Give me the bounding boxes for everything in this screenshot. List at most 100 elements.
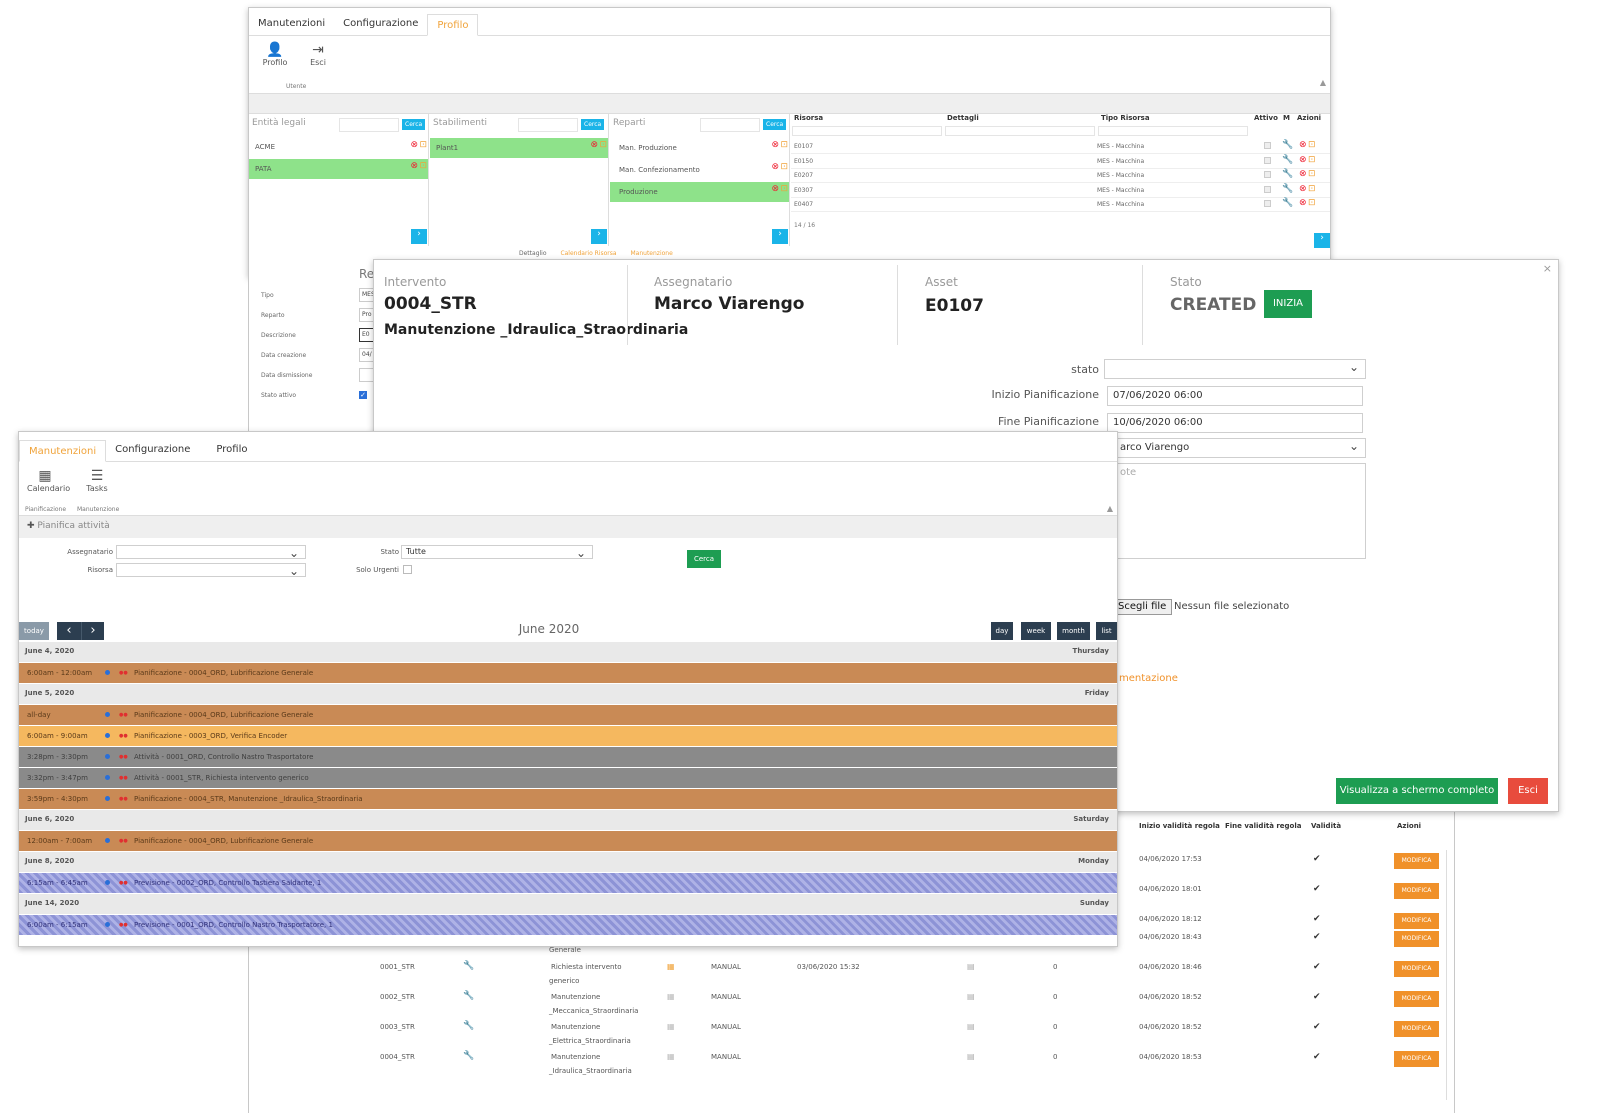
collapse-icon[interactable]: ▲ <box>1107 504 1113 513</box>
edit-icon[interactable]: ⊡ <box>1308 184 1316 194</box>
assegnatario-select[interactable]: arco Viarengo <box>1104 438 1366 458</box>
edit-icon[interactable]: ⊡ <box>419 161 427 171</box>
edit-icon[interactable]: ⊡ <box>1308 140 1316 150</box>
stato-attivo-checkbox[interactable]: ✓ <box>359 391 367 399</box>
wrench-icon[interactable]: 🔧 <box>463 1021 474 1031</box>
file-button[interactable]: Scegli file <box>1112 599 1173 615</box>
modifica-button[interactable]: MODIFICA <box>1394 913 1439 929</box>
calendar-event[interactable]: 6:00am - 9:00am ●● Pianificazione - 0003_O… <box>19 726 1117 746</box>
calendar-event[interactable]: 3:32pm - 3:47pm ●● Attività - 0001_STR, Ri… <box>19 768 1117 788</box>
reparti-cerca-button[interactable]: Cerca <box>763 119 787 130</box>
entita-cerca-button[interactable]: Cerca <box>402 119 426 130</box>
inizio-input[interactable]: 07/06/2020 06:00 <box>1107 386 1363 406</box>
wrench-icon[interactable]: 🔧 <box>463 1051 474 1061</box>
calendar-event[interactable]: 6:00am - 6:15am ●● Previsione - 0001_ORD, … <box>19 915 1117 935</box>
stabilimenti-next-button[interactable]: › <box>591 229 607 244</box>
reparti-row[interactable]: Man. Produzione ⊗ ⊡ <box>610 138 789 158</box>
calendar-event[interactable]: 3:28pm - 3:30pm ●● Attività - 0001_ORD, Co… <box>19 747 1117 767</box>
calendar-event[interactable]: 3:59pm - 4:30pm ●● Pianificazione - 0004_S… <box>19 789 1117 809</box>
filter-tipo[interactable] <box>1098 126 1248 136</box>
prev-button[interactable]: ‹ <box>57 622 81 640</box>
menu-configurazione[interactable]: Configurazione <box>106 439 199 461</box>
menu-manutenzioni[interactable]: Manutenzioni <box>249 13 334 35</box>
edit-icon[interactable]: ⊡ <box>1308 169 1316 179</box>
risorse-next-button[interactable]: › <box>1314 233 1330 248</box>
attivo-checkbox[interactable] <box>1264 185 1271 193</box>
modifica-button[interactable]: MODIFICA <box>1394 1051 1439 1067</box>
calendar-event[interactable]: 6:00am - 12:00am ●● Pianificazione - 0004_… <box>19 663 1117 683</box>
edit-icon[interactable]: ⊡ <box>780 140 788 150</box>
wrench-icon[interactable]: 🔧 <box>1282 184 1293 194</box>
close-icon[interactable]: × <box>1543 262 1552 275</box>
edit-icon[interactable]: ⊡ <box>419 140 427 150</box>
delete-icon[interactable]: ⊗ <box>410 140 418 150</box>
stabilimenti-cerca-button[interactable]: Cerca <box>581 119 605 130</box>
risorsa-filter-select[interactable] <box>116 563 306 578</box>
document-icon[interactable]: ▤ <box>967 1052 975 1061</box>
menu-profilo[interactable]: Profilo <box>427 14 479 36</box>
modifica-button[interactable]: MODIFICA <box>1394 853 1439 869</box>
wrench-icon[interactable]: 🔧 <box>463 991 474 1001</box>
reparti-row[interactable]: Man. Confezionamento ⊗ ⊡ <box>610 160 789 180</box>
menu-configurazione[interactable]: Configurazione <box>334 13 427 35</box>
wrench-icon[interactable]: 🔧 <box>463 961 474 971</box>
wrench-icon[interactable]: 🔧 <box>1282 198 1293 208</box>
fine-input[interactable]: 10/06/2020 06:00 <box>1107 413 1363 433</box>
risorsa-row[interactable]: E0150 MES - Macchina 🔧 ⊗ ⊡ <box>791 155 1330 169</box>
delete-icon[interactable]: ⊗ <box>1299 155 1307 165</box>
delete-icon[interactable]: ⊗ <box>590 140 598 150</box>
cerca-button[interactable]: Cerca <box>687 550 721 568</box>
attivo-checkbox[interactable] <box>1264 200 1271 207</box>
urgenti-checkbox[interactable] <box>403 565 412 574</box>
edit-icon[interactable]: ⊡ <box>1308 155 1316 165</box>
reparti-next-button[interactable]: › <box>772 229 788 244</box>
wrench-icon[interactable]: 🔧 <box>1282 155 1293 165</box>
calendario-button[interactable]: ▦ Calendario <box>27 468 70 493</box>
stabilimenti-search-input[interactable] <box>518 118 578 132</box>
filter-dettagli[interactable] <box>945 126 1095 136</box>
stato-select[interactable] <box>1104 359 1366 379</box>
attivo-checkbox[interactable] <box>1264 156 1271 164</box>
menu-manutenzioni[interactable]: Manutenzioni <box>19 440 107 462</box>
assegnatario-filter-select[interactable] <box>116 545 306 560</box>
modifica-button[interactable]: MODIFICA <box>1394 1021 1439 1037</box>
wrench-icon[interactable]: 🔧 <box>1282 169 1293 179</box>
documentazione-link[interactable]: mentazione <box>1119 673 1178 684</box>
delete-icon[interactable]: ⊗ <box>1299 140 1307 150</box>
delete-icon[interactable]: ⊗ <box>771 184 779 194</box>
entita-row-selected[interactable]: PATA ⊗ ⊡ <box>249 159 428 179</box>
profilo-button[interactable]: 👤 Profilo <box>259 42 291 67</box>
view-day-button[interactable]: day <box>991 622 1013 640</box>
rules-scrollbar[interactable] <box>1446 850 1452 1100</box>
collapse-icon[interactable]: ▲ <box>1320 78 1326 87</box>
edit-icon[interactable]: ⊡ <box>599 140 607 150</box>
delete-icon[interactable]: ⊗ <box>410 161 418 171</box>
modifica-button[interactable]: MODIFICA <box>1394 991 1439 1007</box>
entita-next-button[interactable]: › <box>411 229 427 244</box>
risorsa-row[interactable]: E0307 MES - Macchina 🔧 ⊗ ⊡ <box>791 184 1330 198</box>
fullscreen-button[interactable]: Visualizza a schermo completo <box>1336 778 1498 804</box>
tasks-button[interactable]: ☰ Tasks <box>81 468 113 493</box>
delete-icon[interactable]: ⊗ <box>771 140 779 150</box>
entita-search-input[interactable] <box>339 118 399 132</box>
pianifica-bar[interactable]: ✚ Pianifica attività <box>19 516 1117 538</box>
edit-icon[interactable]: ⊡ <box>780 162 788 172</box>
reparti-row-selected[interactable]: Produzione ⊗ ⊡ <box>610 182 789 202</box>
modifica-button[interactable]: MODIFICA <box>1394 961 1439 977</box>
reparti-search-input[interactable] <box>700 118 760 132</box>
view-list-button[interactable]: list <box>1096 622 1117 640</box>
wrench-icon[interactable]: 🔧 <box>1282 140 1293 150</box>
view-month-button[interactable]: month <box>1057 622 1090 640</box>
next-button[interactable]: › <box>81 622 104 640</box>
tab-manutenzione[interactable]: Manutenzione <box>631 250 673 257</box>
edit-icon[interactable]: ⊡ <box>780 184 788 194</box>
stabilimenti-row-selected[interactable]: Plant1 ⊗ ⊡ <box>430 138 608 158</box>
tab-calendario[interactable]: Calendario Risorsa <box>560 250 616 257</box>
attivo-checkbox[interactable] <box>1264 142 1271 149</box>
menu-profilo[interactable]: Profilo <box>207 439 256 461</box>
entita-row[interactable]: ACME ⊗ ⊡ <box>249 138 428 156</box>
calendar-event[interactable]: all-day ●● Pianificazione - 0004_ORD, Lubr… <box>19 705 1117 725</box>
stato-filter-select[interactable]: Tutte <box>401 545 593 560</box>
risorsa-row[interactable]: E0107 MES - Macchina 🔧 ⊗ ⊡ <box>791 140 1330 154</box>
delete-icon[interactable]: ⊗ <box>1299 169 1307 179</box>
